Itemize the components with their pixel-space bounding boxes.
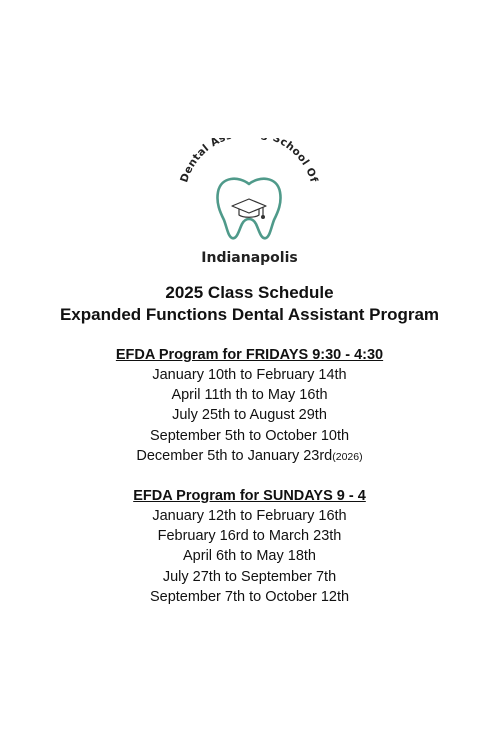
year-note: (2026)	[332, 450, 363, 463]
page-title: 2025 Class Schedule	[165, 283, 334, 302]
program-name: Expanded Functions Dental Assistant Prog…	[59, 305, 440, 324]
schedule-row: December 5th to January 23rd(2026)	[0, 446, 499, 467]
friday-schedule: EFDA Program for FRIDAYS 9:30 - 4:30 Jan…	[0, 345, 499, 467]
schedule-row: September 5th to October 10th	[149, 427, 350, 444]
schedule-row: July 25th to August 29th	[172, 407, 327, 424]
schedule-row: July 27th to September 7th	[162, 568, 337, 585]
schedule-row: January 12th to February 16th	[152, 508, 347, 524]
logo-arc-text: Dental Assisting School Of	[178, 138, 320, 184]
sunday-heading: EFDA Program for SUNDAYS 9 - 4	[133, 488, 366, 504]
schedule-row: April 11th th to May 16th	[171, 387, 328, 404]
sunday-schedule: EFDA Program for SUNDAYS 9 - 4 January 1…	[0, 486, 499, 607]
schedule-row: September 7th to October 12th	[149, 588, 350, 605]
friday-heading: EFDA Program for FRIDAYS 9:30 - 4:30	[115, 347, 384, 363]
school-city-name: Indianapolis	[201, 250, 298, 266]
school-logo: Dental Assisting School Of Indianapolis	[169, 138, 329, 266]
schedule-row: January 10th to February 14th	[152, 367, 347, 383]
schedule-row: February 16rd to March 23th	[157, 528, 342, 545]
graduation-cap-icon	[231, 198, 267, 219]
schedule-row-text: December 5th to January 23rd	[136, 447, 333, 464]
schedule-row: April 6th to May 18th	[183, 548, 316, 565]
